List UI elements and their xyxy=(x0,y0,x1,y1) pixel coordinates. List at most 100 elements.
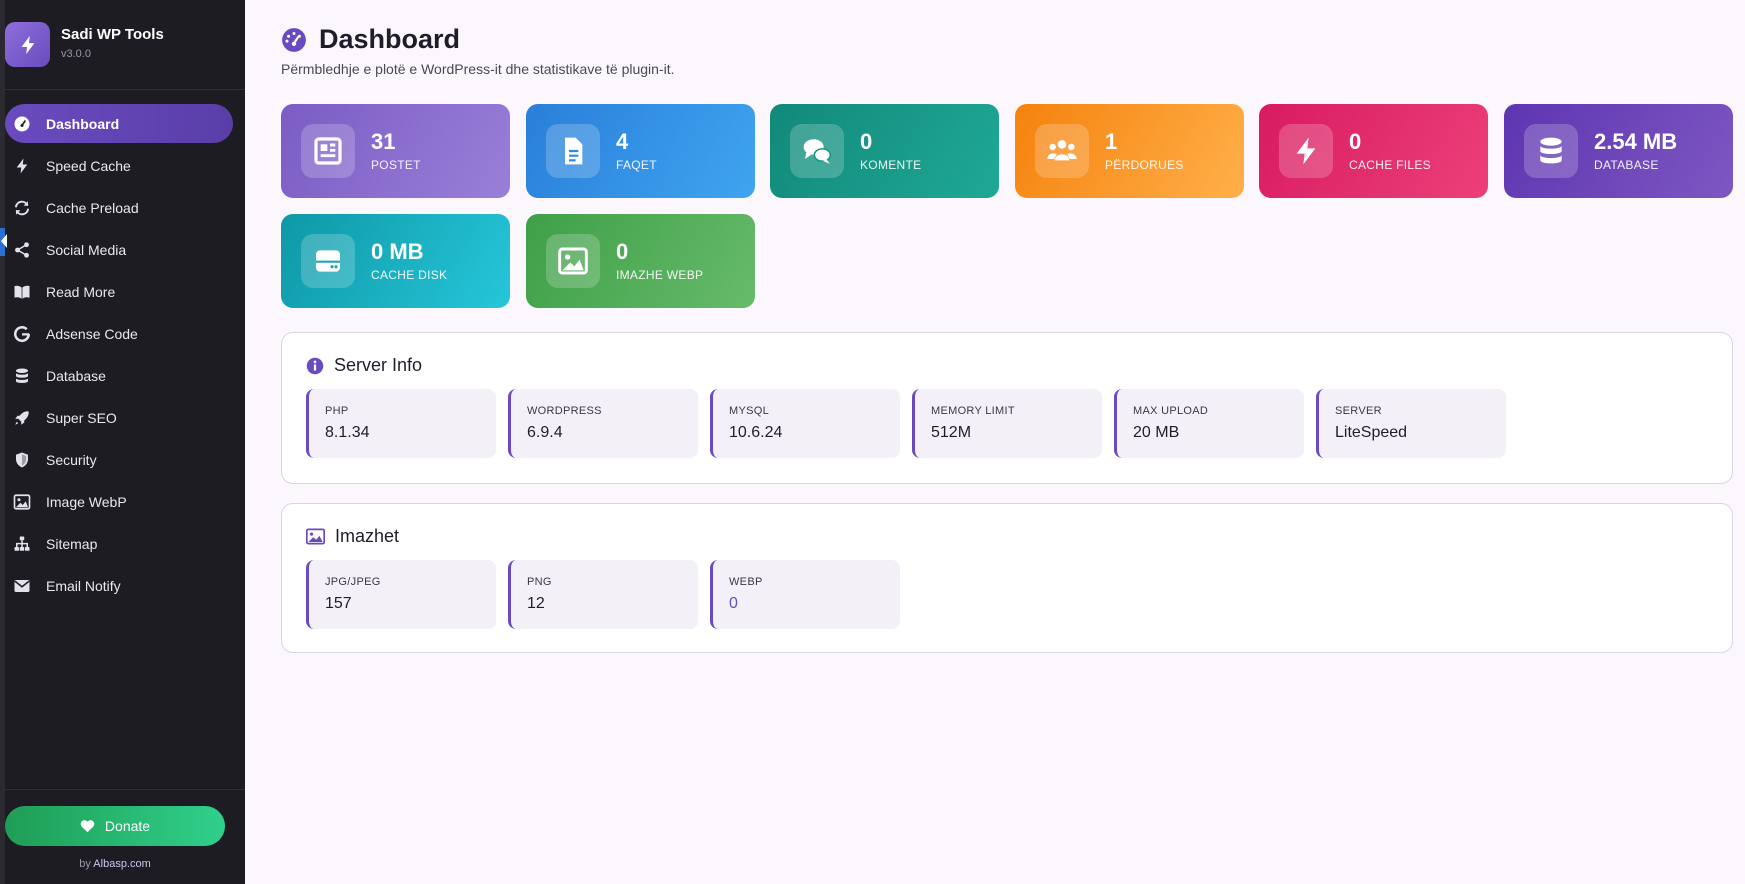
envelope-icon xyxy=(14,579,30,592)
sidebar-item-label: Super SEO xyxy=(46,409,117,426)
sidebar-item-speed-cache[interactable]: Speed Cache xyxy=(5,146,233,185)
hdd-icon xyxy=(316,250,340,272)
sidebar-item-cache-preload[interactable]: Cache Preload xyxy=(5,188,233,227)
app-title: Sadi WP Tools xyxy=(61,26,164,43)
sidebar-item-super-seo[interactable]: Super SEO xyxy=(5,398,233,437)
users-icon xyxy=(1047,140,1077,161)
byline-prefix: by xyxy=(79,858,91,870)
info-box-php: PHP 8.1.34 xyxy=(306,389,496,458)
sidebar-item-sitemap[interactable]: Sitemap xyxy=(5,524,233,563)
info-box-wordpress: WORDPRESS 6.9.4 xyxy=(508,389,698,458)
stat-label: IMAZHE WEBP xyxy=(616,268,704,282)
sidebar-nav: Dashboard Speed Cache Cache Preload Social … xyxy=(5,104,233,608)
stat-value: 0 xyxy=(1349,129,1362,154)
sidebar-item-dashboard[interactable]: Dashboard xyxy=(5,104,233,143)
stat-label: DATABASE xyxy=(1594,158,1659,172)
share-icon xyxy=(15,241,29,258)
stat-label: FAQET xyxy=(616,158,657,172)
stat-card-cache-disk: 0 MB CACHE DISK xyxy=(281,214,510,308)
stat-label: POSTET xyxy=(371,158,421,172)
sidebar-item-label: Social Media xyxy=(46,241,127,258)
byline: by Albasp.com xyxy=(5,858,225,870)
info-label: JPG/JPEG xyxy=(325,576,381,588)
images-header: Imazhet xyxy=(306,526,399,547)
sidebar-item-label: Read More xyxy=(46,283,116,300)
stat-card-postet: 31 POSTET xyxy=(281,104,510,198)
info-value: 8.1.34 xyxy=(325,424,370,441)
stat-icon-box xyxy=(546,124,600,178)
info-label: PHP xyxy=(325,405,349,417)
server-info-header: Server Info xyxy=(306,355,422,376)
stat-label: CACHE FILES xyxy=(1349,158,1431,172)
donate-button[interactable]: Donate xyxy=(5,806,225,846)
stat-icon-box xyxy=(1524,124,1578,178)
sidebar-item-read-more[interactable]: Read More xyxy=(5,272,233,311)
info-value: 0 xyxy=(729,595,738,612)
info-value: 12 xyxy=(527,595,545,612)
sidebar-item-label: Speed Cache xyxy=(46,157,131,174)
shield-icon xyxy=(16,452,28,467)
images-panel: Imazhet JPG/JPEG 157 PNG 12 WEBP 0 xyxy=(281,503,1733,653)
stat-value: 0 xyxy=(860,129,873,154)
stat-card-p-rdorues: 1 PËRDORUES xyxy=(1015,104,1244,198)
sidebar-item-image-webp[interactable]: Image WebP xyxy=(5,482,233,521)
sitemap-icon xyxy=(14,536,30,551)
page-subtitle: Përmbledhje e plotë e WordPress-it dhe s… xyxy=(281,61,675,77)
sidebar-item-label: Cache Preload xyxy=(46,199,139,216)
stat-icon-box xyxy=(1035,124,1089,178)
info-value: LiteSpeed xyxy=(1335,424,1408,441)
info-value: 157 xyxy=(325,595,352,612)
sidebar-item-label: Security xyxy=(46,451,97,468)
image-icon xyxy=(13,493,31,510)
main-content: Dashboard Përmbledhje e plotë e WordPres… xyxy=(245,0,1745,884)
info-label: MAX UPLOAD xyxy=(1133,405,1209,417)
stat-icon-box xyxy=(790,124,844,178)
sidebar-item-database[interactable]: Database xyxy=(5,356,233,395)
image-icon xyxy=(558,247,588,275)
info-label: PNG xyxy=(527,576,552,588)
page-title: Dashboard xyxy=(319,24,461,54)
stat-value: 2.54 MB xyxy=(1594,129,1678,154)
server-info-panel: Server Info PHP 8.1.34 WORDPRESS 6.9.4 MYSQL… xyxy=(281,332,1733,484)
newspaper-icon xyxy=(314,137,342,165)
info-box-webp: WEBP 0 xyxy=(710,560,900,629)
sidebar-item-label: Sitemap xyxy=(46,535,98,552)
comments-icon xyxy=(803,139,832,164)
bolt-icon xyxy=(16,158,28,173)
sync-icon xyxy=(15,200,29,215)
stat-value: 0 MB xyxy=(371,239,424,264)
sidebar-item-social-media[interactable]: Social Media xyxy=(5,230,233,269)
stat-card-faqet: 4 FAQET xyxy=(526,104,755,198)
info-box-memory-limit: MEMORY LIMIT 512M xyxy=(912,389,1102,458)
info-box-mysql: MYSQL 10.6.24 xyxy=(710,389,900,458)
stat-card-imazhe-webp: 0 IMAZHE WEBP xyxy=(526,214,755,308)
sidebar-item-label: Image WebP xyxy=(46,493,127,510)
info-box-max-upload: MAX UPLOAD 20 MB xyxy=(1114,389,1304,458)
info-label: SERVER xyxy=(1335,405,1382,417)
sidebar-item-label: Dashboard xyxy=(46,115,120,132)
stat-label: PËRDORUES xyxy=(1105,158,1184,172)
rocket-icon xyxy=(15,410,29,425)
info-value: 512M xyxy=(931,424,972,441)
stat-icon-box xyxy=(301,124,355,178)
stat-value: 1 xyxy=(1105,129,1118,154)
sidebar-item-label: Adsense Code xyxy=(46,325,138,342)
author-link[interactable]: Albasp.com xyxy=(93,858,150,870)
stat-value: 31 xyxy=(371,129,396,154)
bolt-icon xyxy=(1296,137,1316,165)
stat-icon-box xyxy=(301,234,355,288)
sidebar-item-label: Email Notify xyxy=(46,577,121,594)
bolt-logo-icon xyxy=(5,22,50,67)
database-icon xyxy=(1540,137,1562,164)
page-header: Dashboard xyxy=(281,24,460,55)
info-value: 6.9.4 xyxy=(527,424,563,441)
sidebar-item-email-notify[interactable]: Email Notify xyxy=(5,566,233,605)
gauge-icon xyxy=(282,27,306,52)
image-icon xyxy=(306,528,325,545)
brand: Sadi WP Tools v3.0.0 xyxy=(5,0,245,90)
info-value: 20 MB xyxy=(1133,424,1180,441)
sidebar-item-adsense-code[interactable]: Adsense Code xyxy=(5,314,233,353)
sidebar-item-security[interactable]: Security xyxy=(5,440,233,479)
info-circle-icon xyxy=(306,357,324,374)
sidebar-item-label: Database xyxy=(46,367,106,384)
